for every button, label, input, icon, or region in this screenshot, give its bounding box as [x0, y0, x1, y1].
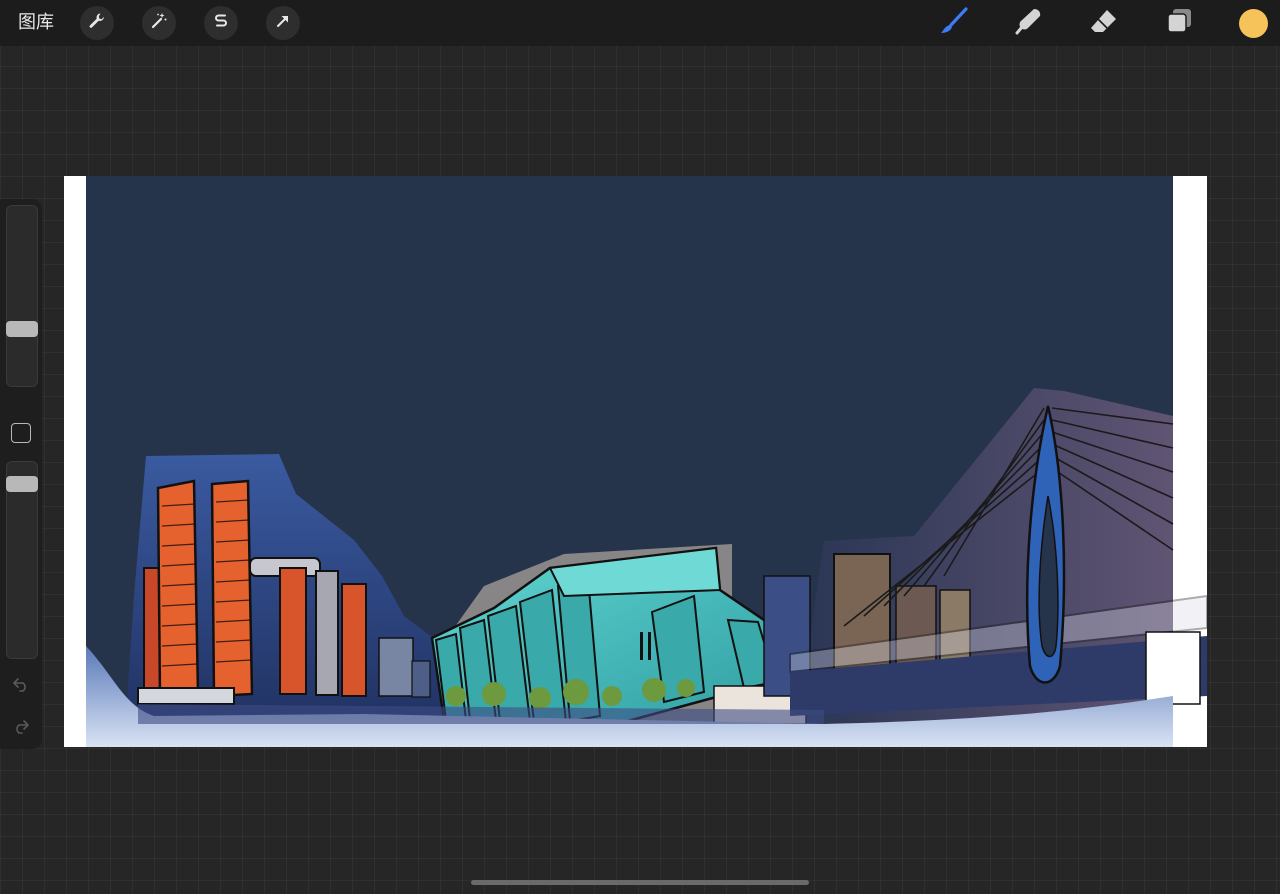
layers-button[interactable] [1163, 7, 1195, 39]
transform-arrow-icon [273, 11, 293, 35]
opacity-slider[interactable] [6, 461, 38, 659]
transform-button[interactable] [266, 6, 300, 40]
smudge-tool-button[interactable] [1013, 7, 1045, 39]
opacity-thumb[interactable] [6, 476, 38, 492]
magic-wand-icon [149, 11, 169, 35]
wrench-icon [87, 11, 107, 35]
paintbrush-icon [939, 6, 969, 40]
color-picker-button[interactable] [1239, 9, 1268, 38]
selection-s-icon [211, 11, 231, 35]
brush-tool-button[interactable] [938, 7, 970, 39]
eraser-icon [1089, 6, 1119, 40]
undo-icon [11, 674, 31, 698]
redo-button[interactable] [10, 717, 32, 739]
smudge-finger-icon [1014, 6, 1044, 40]
city-skyline-artwork [86, 176, 1207, 747]
adjustments-button[interactable] [142, 6, 176, 40]
brush-size-thumb[interactable] [6, 321, 38, 337]
procreate-app: 图库 [0, 0, 1280, 894]
eraser-tool-button[interactable] [1088, 7, 1120, 39]
brush-size-slider[interactable] [6, 205, 38, 387]
top-toolbar: 图库 [0, 0, 1280, 46]
redo-icon [11, 716, 31, 740]
modify-button[interactable] [11, 423, 31, 443]
left-sidebar [0, 199, 42, 749]
layers-icon [1164, 6, 1194, 40]
home-indicator[interactable] [471, 880, 809, 885]
drawing-canvas[interactable] [64, 176, 1207, 747]
actions-button[interactable] [80, 6, 114, 40]
undo-button[interactable] [10, 675, 32, 697]
gallery-button[interactable]: 图库 [18, 11, 54, 35]
selection-button[interactable] [204, 6, 238, 40]
